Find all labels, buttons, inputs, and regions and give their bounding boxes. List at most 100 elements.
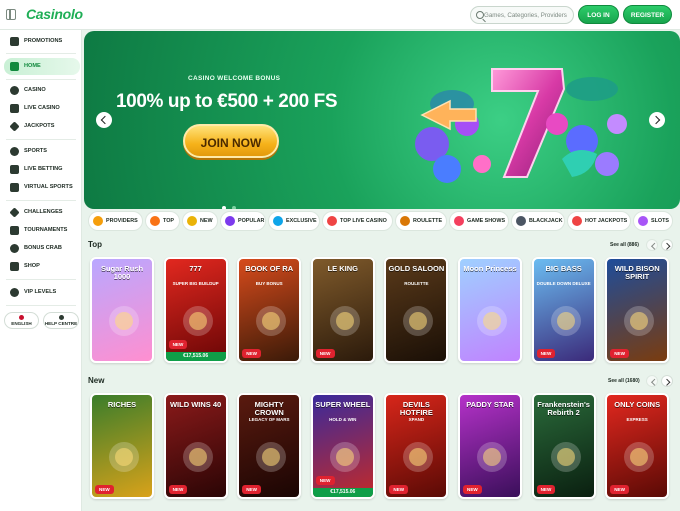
banner-dot[interactable]: [232, 206, 236, 209]
game-artwork: [621, 301, 657, 341]
game-card[interactable]: WILD WINS 40 NEW: [163, 393, 228, 499]
sidebar-item-tournaments[interactable]: TOURNAMENTS: [4, 222, 80, 239]
game-artwork: [106, 437, 142, 477]
top-live-casino-icon: [327, 216, 337, 226]
game-title: DEVILS HOTFIRE: [399, 400, 433, 417]
new-icon: [187, 216, 197, 226]
game-title: SUPER WHEEL: [315, 400, 371, 409]
register-button[interactable]: REGISTER: [623, 5, 672, 24]
game-subtitle: DOUBLE DOWN DELUXE: [536, 281, 591, 286]
sidebar-item-live-betting[interactable]: LIVE BETTING: [4, 161, 80, 178]
game-card[interactable]: WILD BISON SPIRIT NEW: [605, 257, 670, 363]
game-card[interactable]: 777 SUPER BIG BUILDUP €17,515.06 NEW: [163, 257, 228, 363]
sidebar-divider: [6, 139, 76, 140]
game-artwork: [327, 437, 363, 477]
live-betting-icon: [10, 165, 19, 174]
game-subtitle: ROULETTE: [404, 281, 429, 286]
sidebar-item-casino[interactable]: CASINO: [4, 82, 80, 99]
language-button[interactable]: ENGLISH: [4, 312, 39, 329]
game-card[interactable]: DEVILS HOTFIRE XPAND NEW: [384, 393, 449, 499]
sidebar-item-promotions[interactable]: PROMOTIONS: [4, 33, 80, 50]
category-providers[interactable]: PROVIDERS: [88, 211, 143, 231]
exclusive-icon: [273, 216, 283, 226]
game-card[interactable]: RICHES NEW: [90, 393, 154, 499]
game-card[interactable]: BOOK OF RA BUY BONUS NEW: [237, 257, 302, 363]
promo-banner[interactable]: CASINO WELCOME BONUS 100% up to €500 + 2…: [84, 31, 680, 209]
hot-jackpots-icon: [572, 216, 582, 226]
game-title: GOLD SALOON: [388, 264, 445, 273]
sidebar-item-challenges[interactable]: CHALLENGES: [4, 204, 80, 221]
game-card[interactable]: LE KING NEW: [310, 257, 375, 363]
top-prev-arrow-icon[interactable]: [646, 239, 658, 251]
game-card[interactable]: PADDY STAR NEW: [458, 393, 522, 499]
top-next-arrow-icon[interactable]: [661, 239, 673, 251]
sidebar-item-shop[interactable]: SHOP: [4, 258, 80, 275]
game-subtitle: HOLD & WIN: [329, 417, 357, 422]
login-button[interactable]: LOG IN: [578, 5, 619, 24]
logo[interactable]: Casinolo: [26, 6, 83, 22]
see-all-new-link[interactable]: See all (1680): [608, 378, 640, 384]
game-title: BOOK OF RA: [245, 264, 294, 273]
game-card[interactable]: Sugar Rush 1000: [90, 257, 154, 363]
game-card[interactable]: Moon Princess: [458, 257, 522, 363]
jackpot-amount: €17,515.06: [165, 352, 226, 361]
help-centre-button[interactable]: HELP CENTRE: [43, 312, 79, 329]
game-title: BIG BASS: [545, 264, 582, 273]
banner-dot[interactable]: [222, 206, 226, 209]
sidebar-item-bonus-crab[interactable]: BONUS CRAB: [4, 240, 80, 257]
sidebar-item-jackpots[interactable]: JACKPOTS: [4, 118, 80, 135]
banner-prev-arrow-icon[interactable]: [96, 112, 112, 128]
search-input[interactable]: [484, 9, 572, 22]
category-roulette[interactable]: ROULETTE: [395, 211, 447, 231]
game-card[interactable]: Frankenstein's Rebirth 2 NEW: [531, 393, 596, 499]
category-top[interactable]: TOP: [145, 211, 180, 231]
game-title: PADDY STAR: [466, 400, 514, 409]
banner-tag: CASINO WELCOME BONUS: [188, 75, 281, 82]
game-subtitle: SUPER BIG BUILDUP: [172, 281, 219, 286]
game-subtitle: EXPRESS: [626, 417, 648, 422]
providers-icon: [93, 216, 103, 226]
search-box[interactable]: [470, 6, 574, 24]
sidebar-item-sports[interactable]: SPORTS: [4, 143, 80, 160]
new-prev-arrow-icon[interactable]: [646, 375, 658, 387]
sidebar-divider: [6, 305, 76, 306]
sidebar: PROMOTIONS HOME CASINO LIVE CASINO JACKP…: [0, 30, 82, 511]
see-all-top-link[interactable]: See all (886): [610, 242, 639, 248]
game-card[interactable]: SUPER WHEEL HOLD & WIN €17,515.06 NEW: [310, 393, 375, 499]
game-card[interactable]: GOLD SALOON ROULETTE: [384, 257, 449, 363]
category-popular[interactable]: POPULAR: [220, 211, 266, 231]
game-card[interactable]: ONLY COINS EXPRESS NEW: [605, 393, 670, 499]
sidebar-divider: [6, 53, 76, 54]
jackpot-icon: [9, 121, 20, 132]
new-badge: NEW: [536, 485, 556, 494]
game-title: LE KING: [327, 264, 358, 273]
new-next-arrow-icon[interactable]: [661, 375, 673, 387]
sidebar-item-vip-levels[interactable]: VIP LEVELS: [4, 284, 80, 301]
game-subtitle: BUY BONUS: [255, 281, 283, 286]
category-game-shows[interactable]: GAME SHOWS: [449, 211, 509, 231]
gift-icon: [10, 37, 19, 46]
game-shows-icon: [454, 216, 464, 226]
new-badge: NEW: [95, 485, 114, 494]
sidebar-item-live-casino[interactable]: LIVE CASINO: [4, 100, 80, 117]
challenges-icon: [9, 207, 20, 218]
category-exclusive[interactable]: EXCLUSIVE: [268, 211, 320, 231]
jackpot-amount: €17,515.06: [312, 488, 373, 497]
flag-uk-icon: [19, 315, 24, 320]
trophy-icon: [10, 226, 19, 235]
category-top-live-casino[interactable]: TOP LIVE CASINO: [322, 211, 393, 231]
join-now-button[interactable]: JOIN NOW: [183, 124, 279, 158]
category-new[interactable]: NEW: [182, 211, 218, 231]
game-title: Frankenstein's Rebirth 2: [537, 400, 590, 417]
game-title: 777: [189, 264, 202, 273]
sidebar-toggle-icon[interactable]: [6, 9, 16, 20]
sidebar-item-home[interactable]: HOME: [4, 58, 80, 75]
category-hot-jackpots[interactable]: HOT JACKPOTS: [567, 211, 631, 231]
game-card[interactable]: MIGHTY CROWN LEGACY OF MARS NEW: [237, 393, 302, 499]
sidebar-divider: [6, 279, 76, 280]
sidebar-item-virtual-sports[interactable]: VIRTUAL SPORTS: [4, 179, 80, 196]
category-blackjack[interactable]: BLACKJACK: [511, 211, 565, 231]
new-badge: NEW: [315, 349, 335, 358]
game-card[interactable]: BIG BASS DOUBLE DOWN DELUXE NEW: [531, 257, 596, 363]
category-slots[interactable]: SLOTS: [633, 211, 673, 231]
